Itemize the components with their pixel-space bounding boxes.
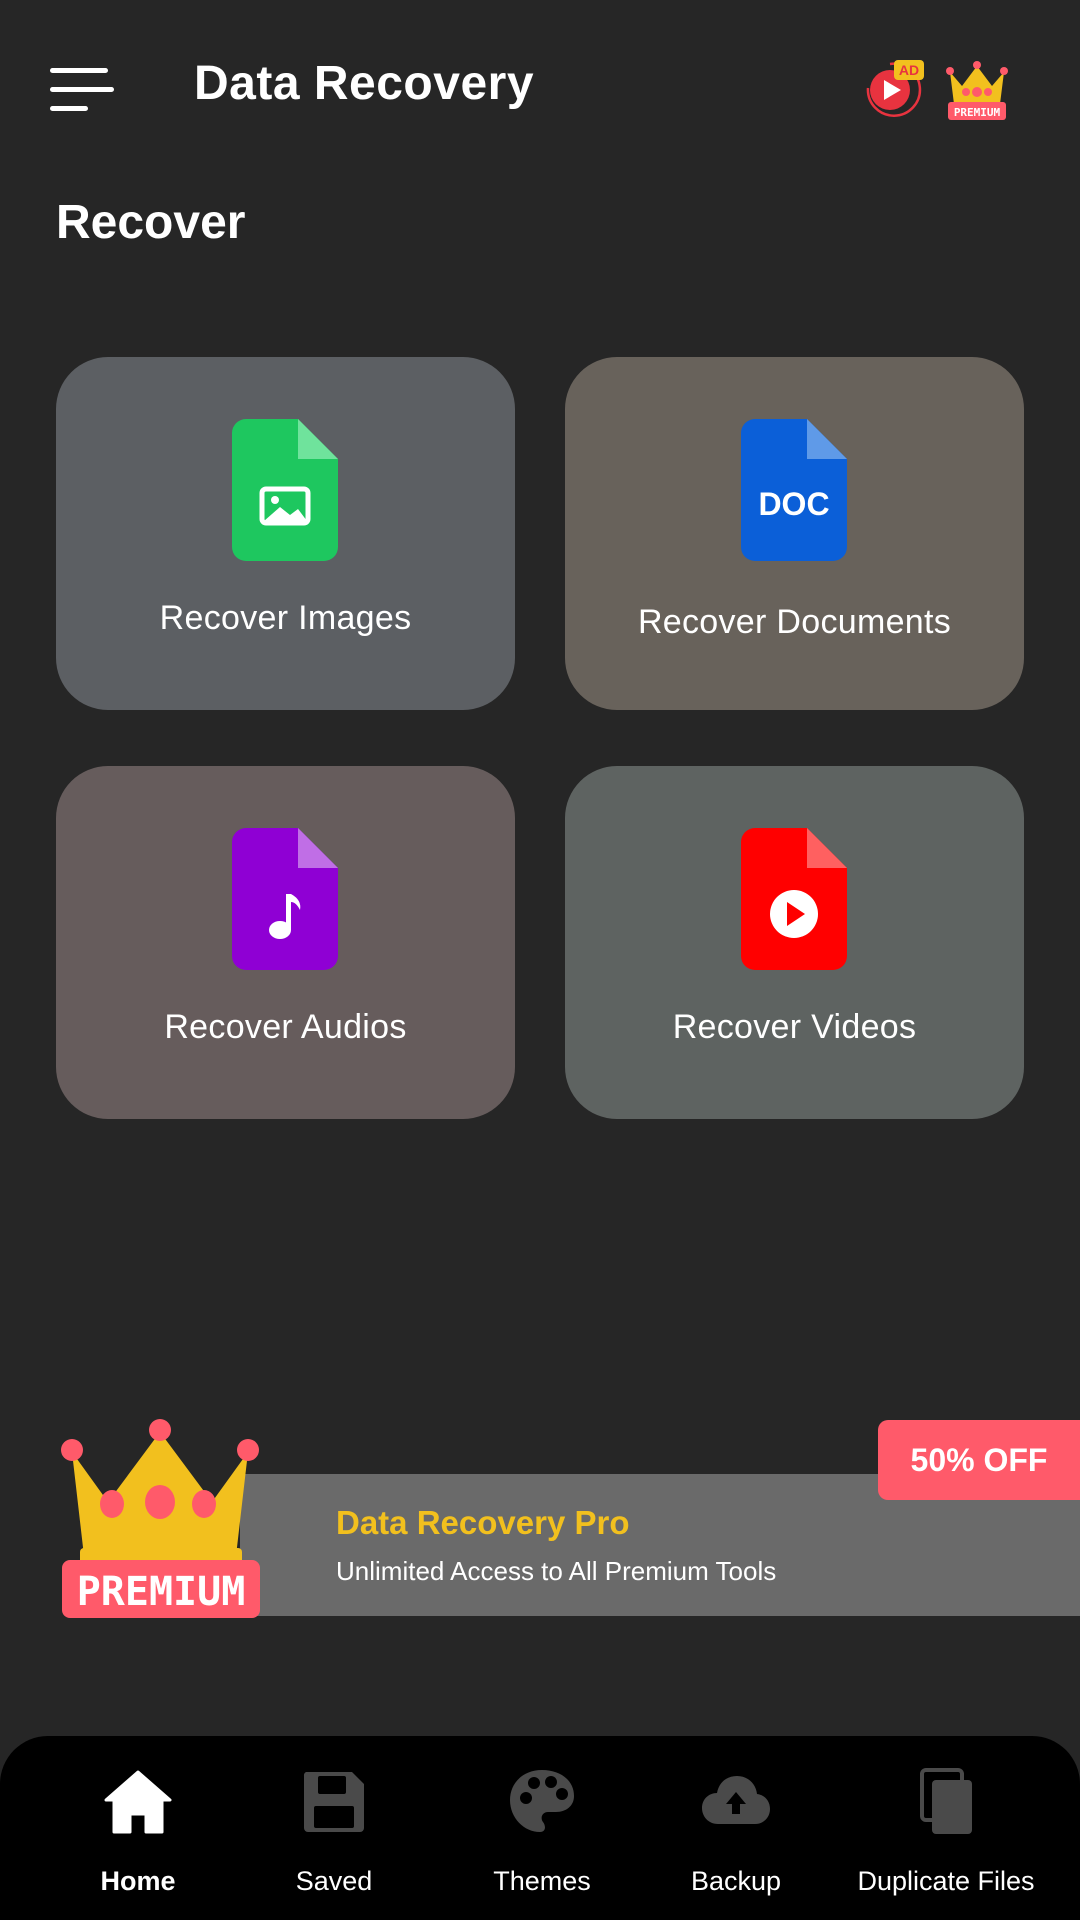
- video-file-icon: [741, 828, 847, 970]
- recover-documents-label: Recover Documents: [637, 603, 952, 641]
- image-file-icon: [232, 419, 338, 561]
- section-title: Recover: [56, 196, 246, 249]
- discount-badge: 50% OFF: [878, 1420, 1080, 1500]
- nav-backup[interactable]: Backup: [658, 1766, 814, 1906]
- app-bar: Data Recovery AD PREMIUM: [0, 0, 1080, 170]
- doc-icon-text: DOC: [758, 486, 829, 522]
- premium-badge-text: PREMIUM: [954, 106, 1001, 119]
- app-title: Data Recovery: [194, 57, 535, 110]
- nav-home-label: Home: [100, 1866, 176, 1896]
- watch-ad-button[interactable]: AD: [860, 58, 926, 124]
- promo-title: Data Recovery Pro: [336, 1504, 630, 1541]
- recover-audios-label: Recover Audios: [164, 1008, 407, 1046]
- promo-crown-label: PREMIUM: [77, 1569, 246, 1615]
- nav-duplicate-files-label: Duplicate Files: [857, 1866, 1035, 1896]
- recover-videos-card[interactable]: Recover Videos: [565, 766, 1024, 1119]
- copy-files-icon: [920, 1768, 972, 1834]
- premium-crown-icon: PREMIUM: [61, 1419, 260, 1618]
- save-icon: [303, 1772, 364, 1832]
- doc-file-icon: DOC: [741, 419, 847, 561]
- audio-file-icon: [232, 828, 338, 970]
- nav-duplicate-files[interactable]: Duplicate Files: [846, 1766, 1046, 1906]
- recover-images-label: Recover Images: [159, 599, 412, 637]
- premium-crown-icon: PREMIUM: [946, 61, 1008, 120]
- nav-themes-label: Themes: [493, 1866, 591, 1896]
- hamburger-menu-icon: [50, 68, 114, 111]
- recover-audios-card[interactable]: Recover Audios: [56, 766, 515, 1119]
- nav-home[interactable]: Home: [60, 1766, 216, 1906]
- recover-images-card[interactable]: Recover Images: [56, 357, 515, 710]
- ad-badge-text: AD: [899, 62, 919, 78]
- recover-videos-label: Recover Videos: [672, 1008, 917, 1046]
- promo-subtitle: Unlimited Access to All Premium Tools: [336, 1556, 777, 1586]
- nav-saved[interactable]: Saved: [256, 1766, 412, 1906]
- home-icon: [104, 1770, 172, 1834]
- bottom-navigation: Home Saved Themes Backup Duplicate Files: [0, 1736, 1080, 1920]
- recover-documents-card[interactable]: DOC Recover Documents: [565, 357, 1024, 710]
- cloud-upload-icon: [702, 1776, 770, 1824]
- premium-promo-banner[interactable]: PREMIUM Data Recovery Pro Unlimited Acce…: [0, 1410, 1080, 1620]
- nav-saved-label: Saved: [295, 1866, 373, 1896]
- palette-icon: [510, 1770, 574, 1832]
- nav-themes[interactable]: Themes: [464, 1766, 620, 1906]
- nav-backup-label: Backup: [690, 1866, 782, 1896]
- premium-button[interactable]: PREMIUM: [944, 58, 1010, 124]
- video-ad-icon: AD: [866, 60, 924, 117]
- menu-button[interactable]: [50, 62, 120, 118]
